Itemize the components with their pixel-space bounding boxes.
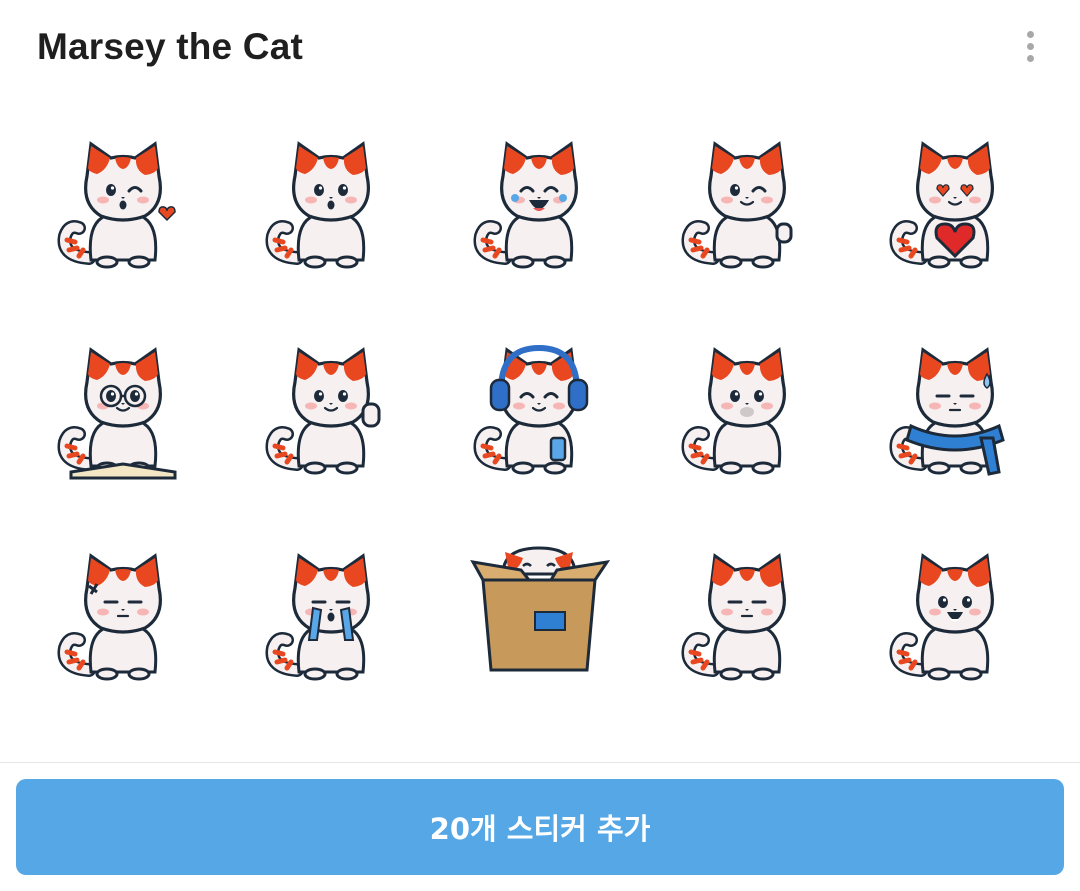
divider xyxy=(0,762,1080,763)
sticker-item[interactable] xyxy=(20,718,228,762)
cat-sticker-image xyxy=(265,347,381,475)
more-vertical-icon-dot xyxy=(1026,54,1034,62)
sticker-item[interactable] xyxy=(644,306,852,512)
cat-sticker-image xyxy=(265,553,370,681)
cat-sticker-image xyxy=(681,347,786,475)
cat-sticker-image xyxy=(470,546,611,672)
sticker-item[interactable] xyxy=(20,512,228,718)
sticker-item[interactable] xyxy=(644,718,852,762)
cat-sticker-image xyxy=(473,141,578,269)
cat-sticker-image xyxy=(889,141,994,269)
sticker-item[interactable] xyxy=(852,718,1060,762)
header: Marsey the Cat xyxy=(0,0,1080,100)
cat-sticker-image xyxy=(257,746,407,762)
sticker-item[interactable] xyxy=(20,306,228,512)
more-options-button[interactable] xyxy=(1008,24,1052,68)
cat-sticker-image xyxy=(465,746,615,762)
sticker-item[interactable] xyxy=(228,100,436,306)
cat-sticker-image xyxy=(681,553,786,681)
cat-sticker-image xyxy=(889,553,994,681)
cat-sticker-image xyxy=(49,746,199,762)
sticker-item[interactable] xyxy=(852,306,1060,512)
sticker-grid-viewport[interactable] xyxy=(0,100,1080,762)
page-title: Marsey the Cat xyxy=(37,26,304,67)
add-stickers-button[interactable]: 20개 스티커 추가 xyxy=(16,779,1064,875)
cat-sticker-image xyxy=(57,553,162,681)
sticker-item[interactable] xyxy=(436,100,644,306)
cat-sticker-image xyxy=(57,141,176,269)
cat-sticker-image xyxy=(57,347,177,480)
more-vertical-icon-dot xyxy=(1026,42,1034,50)
cat-sticker-image xyxy=(473,344,589,475)
sticker-item[interactable] xyxy=(228,512,436,718)
sticker-item[interactable] xyxy=(852,100,1060,306)
cat-sticker-image xyxy=(681,141,793,269)
cat-sticker-image xyxy=(881,746,1031,762)
sticker-item[interactable] xyxy=(436,512,644,718)
cat-sticker-image xyxy=(889,347,1005,476)
sticker-item[interactable] xyxy=(228,718,436,762)
sticker-item[interactable] xyxy=(228,306,436,512)
sticker-item[interactable] xyxy=(644,100,852,306)
sticker-item[interactable] xyxy=(852,512,1060,718)
cat-sticker-image xyxy=(265,141,370,269)
sticker-grid xyxy=(20,100,1060,762)
sticker-item[interactable] xyxy=(20,100,228,306)
sticker-item[interactable] xyxy=(644,512,852,718)
sticker-item[interactable] xyxy=(436,306,644,512)
more-vertical-icon xyxy=(1026,30,1034,38)
sticker-item[interactable] xyxy=(436,718,644,762)
cat-sticker-image xyxy=(673,746,823,762)
